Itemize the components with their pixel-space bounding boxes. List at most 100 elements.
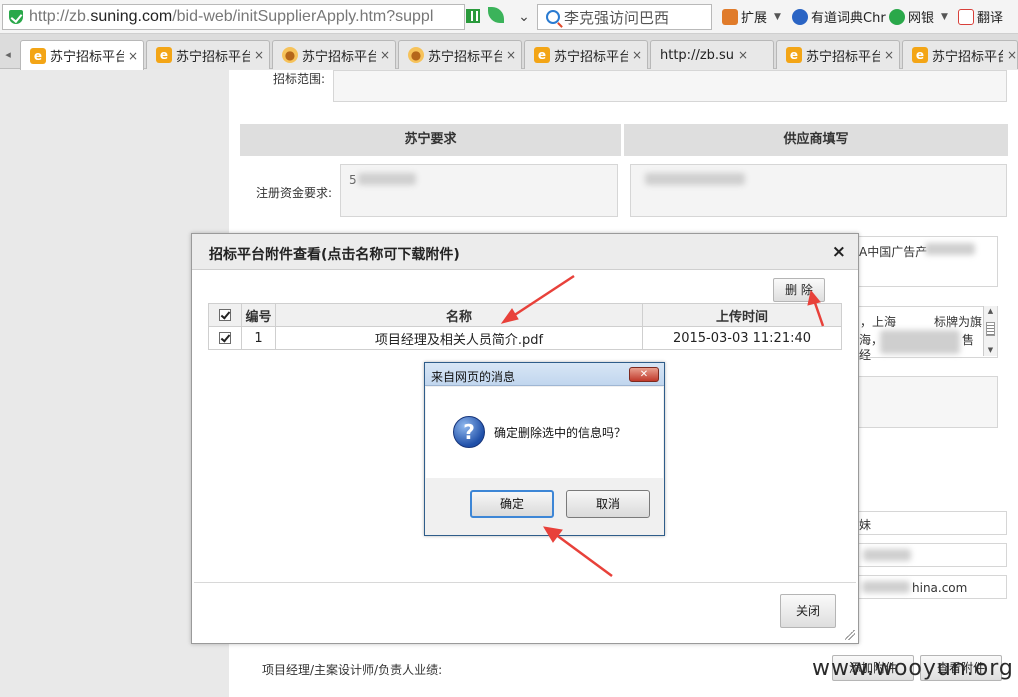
bear-icon: ● xyxy=(282,47,298,63)
browser-toolbar: http://zb.suning.com/bid-web/initSupplie… xyxy=(0,0,1018,34)
row-checkbox[interactable] xyxy=(219,332,231,344)
tab-5[interactable]: e 苏宁招标平台 × xyxy=(524,40,648,69)
table-row: 1 项目经理及相关人员简介.pdf 2015-03-03 11:21:40 xyxy=(208,326,842,350)
close-icon[interactable]: × xyxy=(832,242,846,262)
scroll-up-icon[interactable]: ▲ xyxy=(984,306,997,317)
close-icon[interactable]: × xyxy=(506,48,516,62)
tab-title: 苏宁招标平台 xyxy=(428,49,502,65)
dialog-header: 招标平台附件查看(点击名称可下载附件) × xyxy=(192,234,858,270)
ie-icon: e xyxy=(912,47,928,63)
field-text: A中国广告产 xyxy=(859,245,928,259)
select-all-checkbox[interactable] xyxy=(219,309,231,321)
tab-7[interactable]: e 苏宁招标平台 × xyxy=(776,40,900,69)
field-text: 经 xyxy=(859,348,872,362)
supplier-field-4[interactable] xyxy=(858,376,998,428)
resize-handle-icon[interactable] xyxy=(845,630,855,640)
tab-3[interactable]: ● 苏宁招标平台 × xyxy=(272,40,396,69)
shield-icon xyxy=(9,10,23,24)
ie-icon: e xyxy=(534,47,550,63)
table-header-row: 编号 名称 上传时间 xyxy=(208,303,842,327)
tab-4[interactable]: ● 苏宁招标平台 × xyxy=(398,40,522,69)
alert-titlebar: 来自网页的消息 ✕ xyxy=(425,363,664,386)
extension-button[interactable]: 扩展 ▼ xyxy=(722,7,781,26)
row-no: 1 xyxy=(241,326,276,350)
capital-requirement-field: 5 xyxy=(340,164,618,217)
scope-field[interactable] xyxy=(333,70,1007,102)
redacted-text xyxy=(863,549,911,561)
column-header-name: 名称 xyxy=(275,303,643,327)
column-header-suning: 苏宁要求 xyxy=(240,124,621,156)
close-icon[interactable]: × xyxy=(380,48,390,62)
field-text: ，上海 xyxy=(860,315,897,329)
cancel-button[interactable]: 取消 xyxy=(566,490,650,518)
textarea-scrollbar[interactable]: ▲ ▼ xyxy=(983,306,997,356)
close-icon[interactable]: × xyxy=(128,49,138,63)
tab-title: 苏宁招标平台 xyxy=(932,49,1003,65)
close-icon[interactable]: × xyxy=(254,48,264,62)
capital-value: 5 xyxy=(349,173,357,187)
extension-label: 扩展 xyxy=(741,11,768,26)
chevron-down-icon[interactable]: ▼ xyxy=(941,12,948,22)
tab-title: 苏宁招标平台 xyxy=(50,50,124,65)
dialog-divider xyxy=(194,582,856,583)
chevron-down-icon[interactable]: ⌄ xyxy=(512,5,536,29)
ie-icon: e xyxy=(30,47,46,64)
close-icon[interactable]: × xyxy=(1007,48,1017,62)
close-icon[interactable]: × xyxy=(632,48,642,62)
alert-message: 确定删除选中的信息吗？ xyxy=(494,426,627,440)
alert-title: 来自网页的消息 xyxy=(431,370,516,384)
close-icon[interactable]: × xyxy=(884,48,894,62)
youdao-icon xyxy=(792,8,808,25)
alert-body: ? 确定删除选中的信息吗？ xyxy=(426,387,663,478)
translate-label: 翻译 xyxy=(977,11,1004,26)
supplier-field-5[interactable] xyxy=(858,511,1007,535)
tab-title: 苏宁招标平台 xyxy=(302,49,376,65)
close-button[interactable]: 关闭 xyxy=(780,594,836,628)
tab-title: http://zb.sun xyxy=(660,47,734,63)
ok-button[interactable]: 确定 xyxy=(470,490,554,518)
search-icon xyxy=(546,10,560,24)
column-header-time: 上传时间 xyxy=(642,303,842,327)
redacted-text xyxy=(645,173,745,185)
tab-6[interactable]: http://zb.sun × xyxy=(650,40,774,126)
scroll-thumb[interactable] xyxy=(986,322,995,336)
chevron-down-icon[interactable]: ▼ xyxy=(774,12,781,22)
translate-button[interactable]: 翻译 xyxy=(958,7,1003,26)
close-icon[interactable]: × xyxy=(738,48,748,62)
tab-8[interactable]: e 苏宁招标平台 × xyxy=(902,40,1018,69)
youdao-label: 有道词典Chr xyxy=(811,11,886,26)
tab-2[interactable]: e 苏宁招标平台 × xyxy=(146,40,270,69)
leaf-icon[interactable] xyxy=(488,7,504,23)
field-text: 妹 xyxy=(859,518,872,532)
delete-button[interactable]: 删 除 xyxy=(773,278,825,302)
tab-1[interactable]: e 苏宁招标平台 × xyxy=(20,40,144,70)
youdao-button[interactable]: 有道词典Chr xyxy=(792,7,886,26)
search-input[interactable]: 李克强访问巴西 xyxy=(564,7,669,28)
watermark: www.wooyun.org xyxy=(812,656,1014,681)
translate-icon xyxy=(958,8,974,25)
ebank-button[interactable]: 网银 ▼ xyxy=(889,7,948,26)
confirm-alert: 来自网页的消息 ✕ ? 确定删除选中的信息吗？ 确定 取消 xyxy=(424,362,665,536)
column-header-no: 编号 xyxy=(241,303,276,327)
search-box[interactable]: 李克强访问巴西 xyxy=(537,4,712,30)
ebank-label: 网银 xyxy=(908,11,935,26)
question-icon: ? xyxy=(453,416,485,448)
select-all-cell[interactable] xyxy=(208,303,242,327)
file-name-link[interactable]: 项目经理及相关人员简介.pdf xyxy=(275,326,643,350)
url-text[interactable]: http://zb.suning.com/bid-web/initSupplie… xyxy=(29,8,433,26)
column-header-supplier: 供应商填写 xyxy=(624,124,1008,156)
tab-title: 苏宁招标平台 xyxy=(176,49,250,65)
supplier-capital-field[interactable] xyxy=(630,164,1007,217)
address-bar[interactable]: http://zb.suning.com/bid-web/initSupplie… xyxy=(2,4,465,30)
bear-icon: ● xyxy=(408,47,424,63)
scroll-down-icon[interactable]: ▼ xyxy=(984,345,997,356)
row-select-cell[interactable] xyxy=(208,326,242,350)
scope-label: 招标范围: xyxy=(273,72,326,86)
qr-code-icon[interactable] xyxy=(466,9,480,23)
tab-scroll-left-icon[interactable]: ◂ xyxy=(0,42,16,68)
ie-icon: e xyxy=(156,47,172,63)
ie-icon: e xyxy=(786,47,802,63)
tab-strip: ◂ e 苏宁招标平台 × e 苏宁招标平台 × ● 苏宁招标平台 × ● 苏宁招… xyxy=(0,34,1018,126)
redacted-text xyxy=(880,330,960,354)
close-icon[interactable]: ✕ xyxy=(629,367,659,382)
